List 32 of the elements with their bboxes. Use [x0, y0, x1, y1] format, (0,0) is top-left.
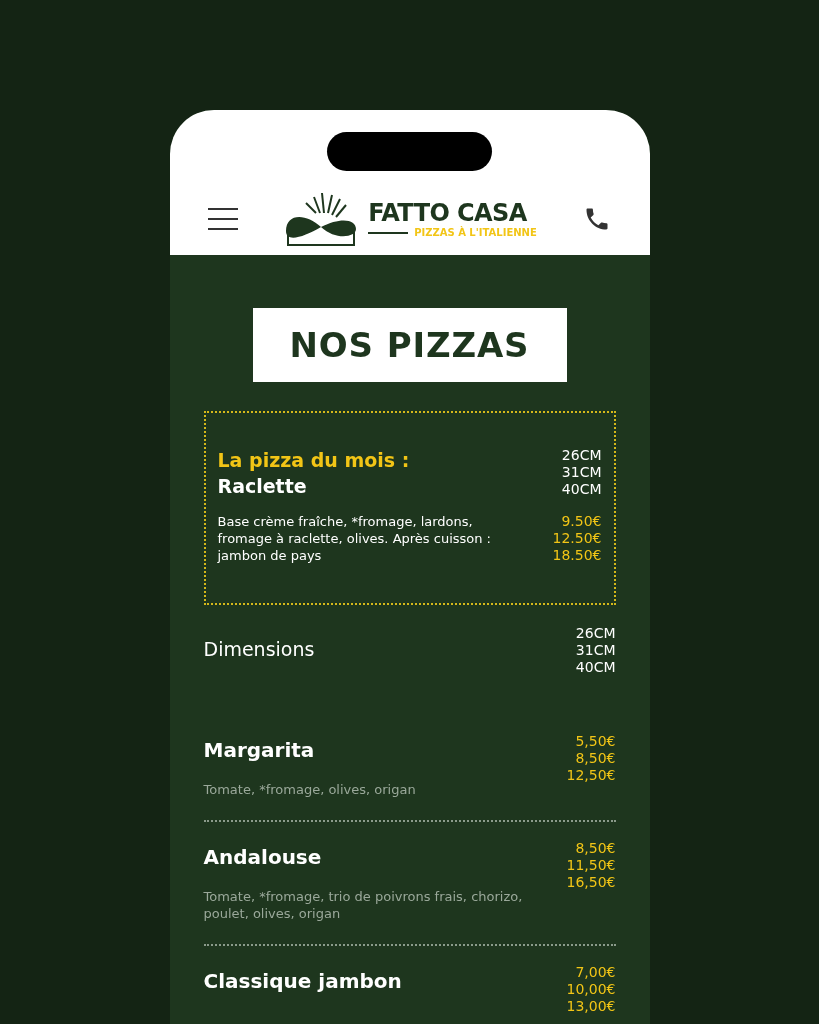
price-label: 10,00€ [566, 981, 616, 998]
dimensions-label: Dimensions [203, 637, 315, 662]
size-label: 31CM [575, 642, 616, 659]
price-label: 16,50€ [566, 874, 616, 891]
brand-name: FATTO CASA [368, 199, 528, 227]
size-label: 40CM [575, 659, 616, 676]
price-label: 11,50€ [566, 857, 616, 874]
price-label: 12.50€ [552, 530, 602, 547]
price-label: 13,00€ [566, 998, 616, 1015]
price-label: 5,50€ [575, 733, 616, 750]
size-label: 40CM [561, 481, 602, 498]
featured-name: Raclette [217, 474, 308, 499]
logo-icon [284, 191, 359, 247]
pizza-name: Andalouse [203, 844, 323, 870]
price-label: 18.50€ [552, 547, 602, 564]
size-label: 26CM [575, 625, 616, 642]
price-label: 8,50€ [575, 750, 616, 767]
pizza-description: Tomate, *fromage, olives, origan [203, 781, 417, 798]
featured-label: La pizza du mois : [217, 448, 410, 473]
featured-description: Base crème fraîche, *fromage, lardons, fromage à raclette, olives. Après cuisson : jambon de pays [217, 513, 492, 564]
section-heading: NOS PIZZAS [252, 308, 567, 382]
menu-button[interactable] [207, 208, 238, 230]
size-label: 31CM [561, 464, 602, 481]
brand-tagline: PIZZAS À L'ITALIENNE [414, 227, 537, 239]
price-label: 9.50€ [561, 513, 602, 530]
price-label: 12,50€ [566, 767, 616, 784]
pizza-description: Tomate, *fromage, trio de poivrons frais, chorizo, poulet, olives, origan [203, 888, 524, 922]
price-label: 8,50€ [575, 840, 616, 857]
pizza-name: Classique jambon [203, 968, 402, 994]
pizza-name: Margarita [203, 737, 316, 763]
size-label: 26CM [561, 447, 602, 464]
price-label: 7,00€ [575, 964, 616, 981]
